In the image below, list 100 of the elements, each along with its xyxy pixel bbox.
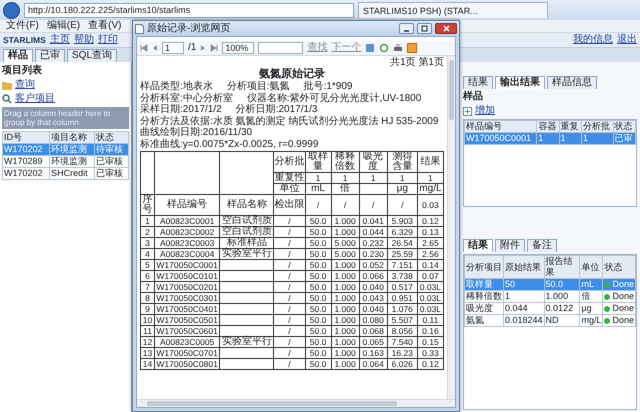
status-dot-icon bbox=[604, 306, 610, 312]
page-field[interactable]: 1 bbox=[162, 42, 184, 54]
table-cell: / bbox=[359, 194, 388, 216]
table-cell: 0.03L bbox=[417, 282, 444, 292]
table-cell: 9 bbox=[140, 304, 155, 314]
tab[interactable]: 输出结果 bbox=[495, 76, 545, 89]
menu-item[interactable]: 编辑(E) bbox=[46, 20, 80, 32]
table-cell: / bbox=[274, 314, 305, 326]
table-cell: 2 bbox=[140, 226, 155, 238]
column-header: 稀释倍数 bbox=[331, 152, 360, 172]
tab[interactable]: 结果 bbox=[463, 76, 493, 89]
tab[interactable]: 样品 bbox=[3, 49, 33, 62]
table-cell: 1.000 bbox=[331, 216, 360, 226]
column-header[interactable]: 原始结果 bbox=[504, 256, 544, 278]
column-header[interactable]: 样品编号 bbox=[464, 120, 537, 132]
table-cell: 1 bbox=[140, 216, 155, 226]
table-cell: A00823C0001 bbox=[154, 216, 220, 226]
tab[interactable]: SQL查询 bbox=[67, 49, 118, 62]
table-cell: 0.044 bbox=[504, 302, 544, 314]
column-header[interactable]: 状态 bbox=[94, 132, 128, 144]
table-cell: 0.163 bbox=[359, 348, 388, 358]
column-header[interactable]: 分析项目 bbox=[464, 256, 504, 278]
report-field: 批号:1*909 bbox=[304, 81, 352, 92]
toolbar-link[interactable]: 帮助 bbox=[74, 34, 94, 46]
vertical-scrollbar[interactable] bbox=[447, 56, 455, 399]
table-cell: 0.080 bbox=[359, 314, 388, 326]
toolbar-link[interactable]: 主页 bbox=[50, 34, 70, 46]
table-cell: W170289 bbox=[2, 156, 50, 168]
find-field[interactable] bbox=[258, 42, 304, 54]
column-header[interactable]: 报告结果 bbox=[544, 256, 580, 278]
table-cell: 4 bbox=[140, 248, 155, 260]
horizontal-scrollbar[interactable] bbox=[137, 399, 455, 407]
column-header: 样品编号 bbox=[154, 194, 220, 216]
close-button[interactable] bbox=[435, 23, 457, 34]
table-cell: 7.151 bbox=[387, 260, 418, 270]
table-cell: 1 bbox=[331, 172, 360, 184]
report-field: 分析方法及依据:水质 氨氮的测定 纳氏试剂分光光度法 HJ 535-2009 bbox=[140, 116, 438, 127]
tab[interactable]: 样品信息 bbox=[547, 76, 597, 89]
browser-tab[interactable]: STARLIMS10 PSH) (STAR... bbox=[358, 2, 548, 18]
column-header: 检出限 bbox=[274, 194, 305, 216]
table-cell: 空白试剂质 bbox=[220, 226, 274, 238]
table-cell: 26.54 bbox=[387, 238, 418, 248]
column-header[interactable]: 分析批 bbox=[581, 120, 614, 132]
table-cell: 0.230 bbox=[359, 248, 388, 260]
table-cell: 1.000 bbox=[331, 314, 360, 326]
menu-item[interactable]: 查看(V) bbox=[88, 20, 122, 32]
column-header: 样品名称 bbox=[220, 194, 274, 216]
table-cell: 0.12 bbox=[417, 216, 444, 226]
report-field: 采样日期:2017/1/2 bbox=[140, 104, 222, 116]
table-cell: / bbox=[274, 260, 305, 270]
table-cell: W170050C0001 bbox=[154, 260, 220, 270]
minimize-button[interactable] bbox=[399, 23, 414, 34]
tab[interactable]: 已审 bbox=[35, 49, 65, 62]
column-header[interactable]: 重复 bbox=[559, 120, 582, 132]
table-cell: 0.0122 bbox=[544, 302, 580, 314]
menu-item[interactable]: 文件(F) bbox=[6, 20, 39, 32]
table-cell: 0.041 bbox=[359, 216, 388, 226]
zoom-dropdown[interactable]: 100% bbox=[222, 42, 254, 54]
column-header: 测得含量 bbox=[387, 152, 418, 172]
column-header[interactable]: 单位 bbox=[580, 256, 603, 278]
toolbar-link[interactable]: 退出 bbox=[617, 34, 637, 46]
table-cell: / bbox=[387, 194, 418, 216]
table-cell: / bbox=[274, 270, 305, 282]
column-header[interactable]: 状态 bbox=[613, 120, 636, 132]
column-header[interactable]: 状态 bbox=[602, 256, 636, 278]
tab[interactable]: 附件 bbox=[495, 239, 525, 252]
table-cell: 1.000 bbox=[331, 270, 360, 282]
table-cell: 0.043 bbox=[359, 292, 388, 304]
toolbar-link[interactable]: 打印 bbox=[98, 34, 118, 46]
table-cell: 氨氮 bbox=[464, 314, 504, 326]
column-header[interactable]: 容器 bbox=[536, 120, 560, 132]
back-button[interactable] bbox=[3, 2, 20, 18]
table-cell: 0.052 bbox=[359, 260, 388, 270]
table-cell: A00823C0005 bbox=[154, 336, 220, 348]
print-icon bbox=[393, 43, 404, 53]
column-header[interactable]: ID号 bbox=[2, 132, 50, 144]
table-cell: 1.000 bbox=[331, 226, 360, 238]
section-title: 样品 bbox=[463, 91, 484, 103]
table-cell: 标准样品 bbox=[220, 238, 274, 248]
report-field: 标准曲线:y=0.0075*Zx-0.0025, r=0.9999 bbox=[140, 138, 318, 150]
last-page-icon bbox=[210, 44, 218, 52]
link[interactable]: 客户项目 bbox=[15, 93, 55, 105]
add-link[interactable]: 增加 bbox=[475, 105, 495, 117]
group-hint: Drag a column header here to group by that column bbox=[2, 107, 129, 129]
table-cell: mg/L bbox=[580, 314, 603, 326]
tab[interactable]: 结果 bbox=[463, 239, 493, 252]
column-header[interactable]: 项目名称 bbox=[50, 132, 94, 144]
table-cell: 0.066 bbox=[359, 270, 388, 282]
table-cell: 5.000 bbox=[331, 248, 360, 260]
table-cell: 7.540 bbox=[387, 336, 418, 348]
table-cell: 1 bbox=[504, 290, 544, 302]
link[interactable]: 查询 bbox=[15, 79, 35, 91]
address-field[interactable]: http://10.180.222.225/starlims10/starlims bbox=[24, 2, 354, 18]
status-dot-icon bbox=[604, 294, 610, 300]
table-cell: 0.040 bbox=[359, 304, 388, 314]
toolbar-link[interactable]: 我的信息 bbox=[573, 34, 613, 46]
row-label: 单位 bbox=[274, 184, 305, 194]
tab[interactable]: 备注 bbox=[527, 239, 557, 252]
maximize-button[interactable] bbox=[417, 23, 432, 34]
table-cell: 倍 bbox=[331, 184, 360, 194]
